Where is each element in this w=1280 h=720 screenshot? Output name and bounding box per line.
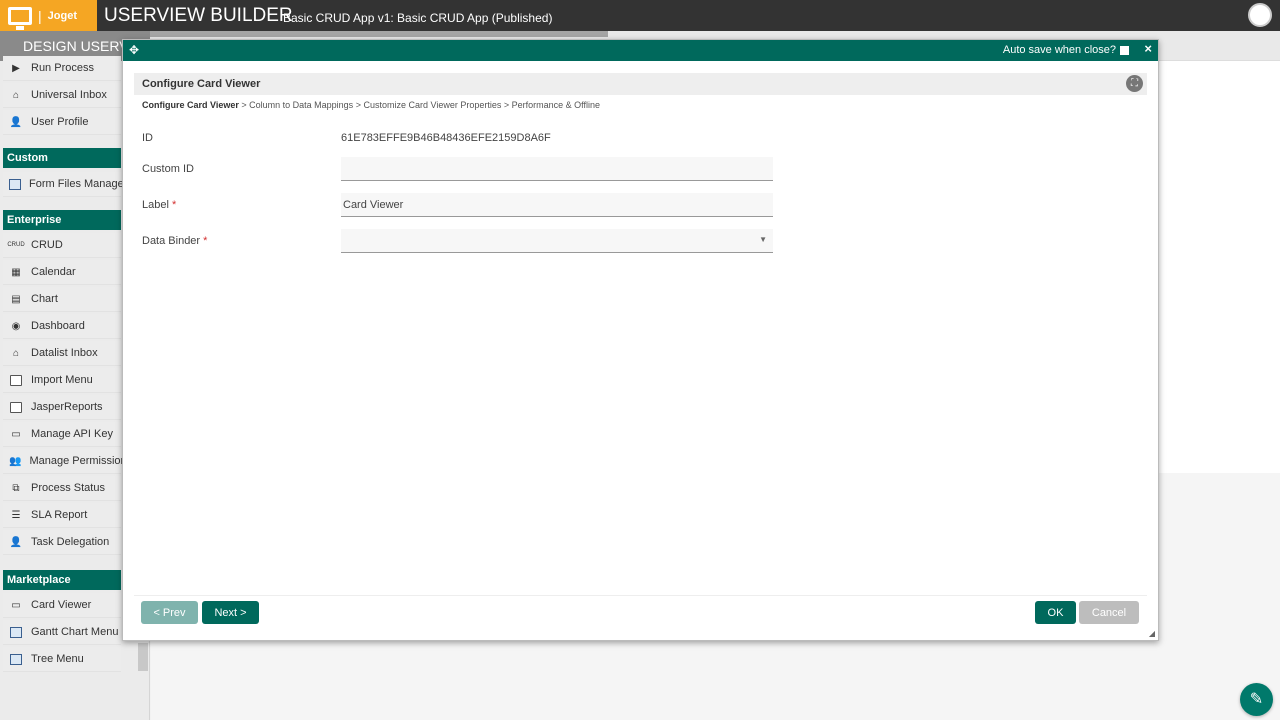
sidebar-header-marketplace: Marketplace: [3, 570, 121, 590]
data-binder-label: Data Binder *: [142, 235, 208, 247]
dialog-title: Configure Card Viewer: [142, 78, 261, 90]
play-icon: ▶: [12, 62, 20, 74]
sidebar-item-user-profile[interactable]: 👤 User Profile: [3, 110, 121, 135]
sidebar-scrollbar[interactable]: [138, 643, 148, 671]
plugin-icon: [9, 652, 23, 666]
dashboard-icon: ◉: [11, 320, 21, 332]
breadcrumb-step-customize[interactable]: Customize Card Viewer Properties: [363, 100, 501, 110]
app-subtitle: Basic CRUD App v1: Basic CRUD App (Publi…: [283, 11, 553, 25]
autosave-checkbox[interactable]: [1120, 45, 1129, 55]
plugin-icon: [9, 177, 21, 191]
calendar-icon: ▦: [11, 266, 21, 278]
delegate-icon: 👤: [9, 536, 23, 548]
dialog-header: Configure Card Viewer ⛶: [134, 73, 1147, 95]
sidebar-item-form-files-manager[interactable]: Form Files Manager: [3, 172, 127, 197]
id-value: 61E783EFFE9B46B48436EFE2159D8A6F: [341, 132, 551, 144]
sidebar-item-crud[interactable]: CRUD CRUD: [3, 233, 121, 258]
label-input[interactable]: [341, 193, 773, 217]
sidebar-item-sla-report[interactable]: ☰ SLA Report: [3, 503, 121, 528]
footer-divider: [134, 595, 1147, 596]
sidebar-item-task-delegation[interactable]: 👤 Task Delegation: [3, 530, 121, 555]
sidebar-item-run-process[interactable]: ▶ Run Process: [3, 56, 121, 81]
process-icon: ⧉: [12, 482, 20, 494]
prev-button[interactable]: < Prev: [141, 601, 198, 624]
breadcrumb-step-column-mappings[interactable]: Column to Data Mappings: [249, 100, 353, 110]
tabs-strip: [150, 31, 608, 37]
list-icon: ☰: [11, 509, 21, 521]
monitor-icon: [8, 6, 32, 30]
sidebar-item-tree-menu[interactable]: Tree Menu: [3, 647, 121, 672]
breadcrumb: Configure Card Viewer > Column to Data M…: [142, 100, 600, 110]
sidebar-header-enterprise: Enterprise: [3, 210, 121, 230]
monitor-icon: ▭: [11, 599, 21, 611]
autosave-toggle[interactable]: Auto save when close?: [1003, 44, 1129, 56]
close-icon[interactable]: ×: [1144, 41, 1152, 56]
top-bar: | Joget USERVIEW BUILDER Basic CRUD App …: [0, 0, 1280, 31]
label-label: Label *: [142, 199, 177, 211]
sidebar-item-import-menu[interactable]: Import Menu: [3, 368, 121, 393]
cancel-button[interactable]: Cancel: [1079, 601, 1139, 624]
sidebar-item-chart[interactable]: ▤ Chart: [3, 287, 121, 312]
move-icon[interactable]: ✥: [129, 43, 139, 57]
report-icon: [9, 400, 23, 414]
sidebar-item-calendar[interactable]: ▦ Calendar: [3, 260, 121, 285]
dropdown-arrow-icon: ▼: [759, 235, 767, 244]
sidebar-item-card-viewer[interactable]: ▭ Card Viewer: [3, 593, 121, 618]
sidebar-item-dashboard[interactable]: ◉ Dashboard: [3, 314, 121, 339]
sidebar-item-datalist-inbox[interactable]: ⌂ Datalist Inbox: [3, 341, 121, 366]
sidebar-item-manage-permission[interactable]: 👥 Manage Permission: [3, 449, 127, 474]
required-mark: *: [203, 235, 208, 247]
sidebar-item-universal-inbox[interactable]: ⌂ Universal Inbox: [3, 83, 121, 108]
edit-pencil-button[interactable]: ✎: [1240, 683, 1273, 716]
sidebar-item-manage-api-key[interactable]: ▭ Manage API Key: [3, 422, 121, 447]
plugin-icon: [9, 625, 23, 639]
pencil-icon: ✎: [1249, 691, 1264, 708]
inbox-icon: ⌂: [12, 347, 20, 359]
resize-handle-icon[interactable]: ◢: [1149, 629, 1155, 638]
data-binder-select[interactable]: ▼: [341, 229, 773, 253]
user-edit-icon: 👤: [9, 116, 23, 128]
inbox-icon: ⌂: [12, 89, 20, 101]
joget-logo[interactable]: | Joget: [0, 0, 97, 31]
sidebar-header-custom: Custom: [3, 148, 121, 168]
ok-button[interactable]: OK: [1035, 601, 1076, 624]
sidebar-item-jasperreports[interactable]: JasperReports: [3, 395, 121, 420]
crud-icon: CRUD: [7, 242, 25, 248]
sidebar-item-gantt-chart-menu[interactable]: Gantt Chart Menu: [3, 620, 121, 645]
configure-card-viewer-dialog: ✥ Auto save when close? × Configure Card…: [122, 39, 1159, 641]
users-icon: 👥: [9, 455, 22, 467]
required-mark: *: [171, 199, 177, 211]
sidebar-item-process-status[interactable]: ⧉ Process Status: [3, 476, 121, 501]
avatar[interactable]: [1248, 3, 1272, 27]
import-icon: [9, 373, 23, 387]
custom-id-input[interactable]: [341, 157, 773, 181]
monitor-icon: ▭: [11, 428, 21, 440]
dialog-title-bar[interactable]: ✥ Auto save when close? ×: [123, 40, 1158, 61]
builder-title: USERVIEW BUILDER: [104, 5, 293, 26]
chart-icon: ▤: [11, 293, 21, 305]
breadcrumb-step-configure[interactable]: Configure Card Viewer: [142, 100, 239, 110]
custom-id-label: Custom ID: [142, 163, 194, 175]
next-button[interactable]: Next >: [202, 601, 259, 624]
brand-name: Joget: [47, 9, 77, 22]
fullscreen-icon[interactable]: ⛶: [1126, 75, 1143, 92]
breadcrumb-step-performance[interactable]: Performance & Offline: [512, 100, 600, 110]
id-label: ID: [142, 132, 153, 144]
